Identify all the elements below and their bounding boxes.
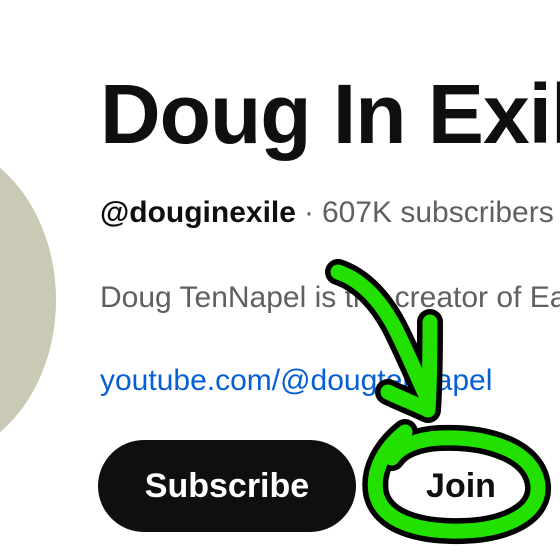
- channel-avatar[interactable]: [0, 140, 56, 460]
- join-button[interactable]: Join: [386, 440, 536, 532]
- subscriber-count: 607K subscribers: [321, 196, 554, 229]
- channel-link[interactable]: youtube.com/@dougtennapel: [100, 366, 492, 396]
- channel-header: Doug In Exile @douginexile·607K subscrib…: [0, 0, 560, 560]
- channel-meta: @douginexile · 607K subscribers: [100, 198, 554, 228]
- channel-handle: @douginexile: [100, 196, 296, 229]
- meta-separator: ·: [303, 196, 314, 229]
- channel-description[interactable]: Doug TenNapel is the creator of Earthwor…: [100, 283, 560, 313]
- subscribe-button[interactable]: Subscribe: [98, 440, 356, 532]
- channel-title: Doug In Exile: [100, 67, 560, 161]
